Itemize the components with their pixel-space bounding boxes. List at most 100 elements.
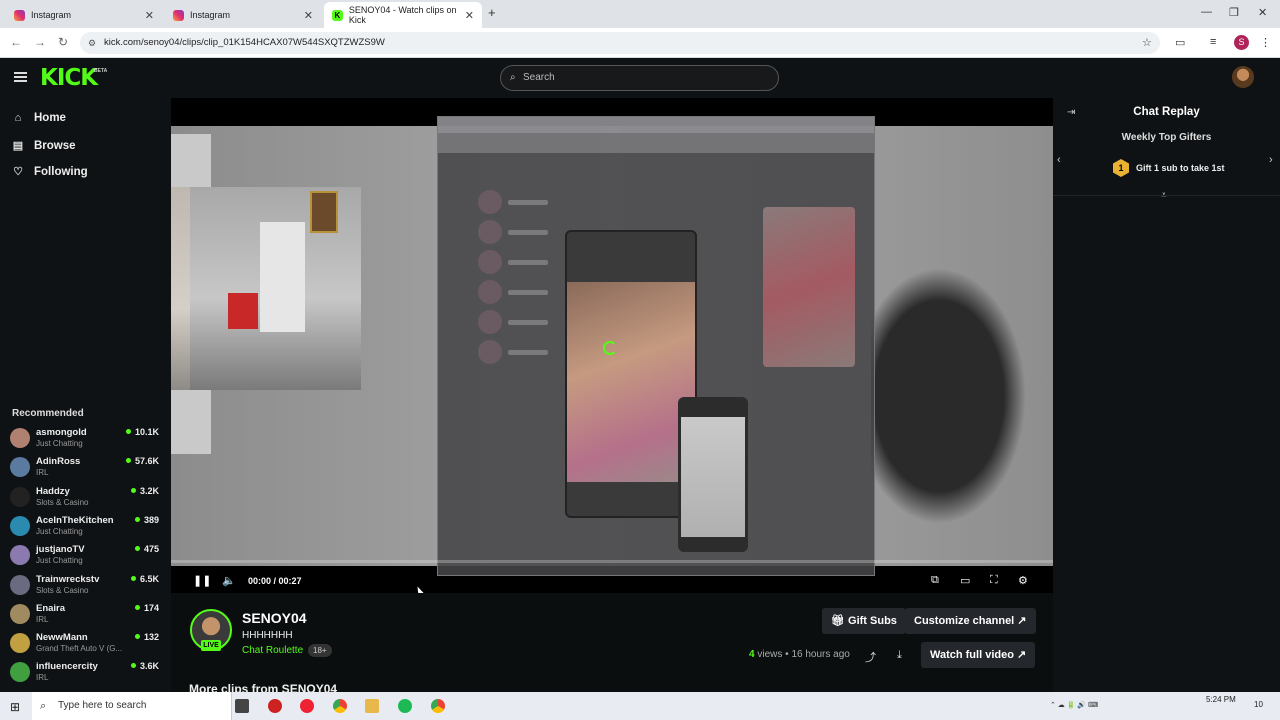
browser-toolbar: ← → ↻ ⚙ kick.com/senoy04/clips/clip_01K1… xyxy=(0,28,1280,58)
chevron-right-icon[interactable]: › xyxy=(1269,154,1273,166)
browser-tab-kick[interactable]: K SENOY04 - Watch clips on Kick ✕ xyxy=(324,2,482,28)
pause-icon[interactable]: ❚❚ xyxy=(193,574,211,587)
gift-leaderboard-row[interactable]: 1 Gift 1 sub to take 1st xyxy=(1113,159,1225,177)
app-icon-red[interactable] xyxy=(268,699,282,713)
channel-avatar xyxy=(10,486,30,507)
customize-channel-button[interactable]: Customize channel ↗ xyxy=(905,608,1036,634)
gift-subs-button[interactable]: 🎁︎ Gift Subs xyxy=(822,608,906,634)
views-number: 4 xyxy=(749,649,755,660)
spotify-icon[interactable] xyxy=(398,699,412,713)
clip-title: HHHHHHH xyxy=(242,630,293,641)
recommended-channel[interactable]: Haddzy Slots & Casino 3.2K xyxy=(10,484,165,512)
browser-tab-instagram-1[interactable]: Instagram ✕ xyxy=(6,2,162,28)
reload-icon[interactable]: ↻ xyxy=(58,35,68,49)
address-bar[interactable]: ⚙ kick.com/senoy04/clips/clip_01K154HCAX… xyxy=(80,32,1160,54)
search-icon: ⌕ xyxy=(510,72,516,83)
video-player[interactable]: ❚❚ 🔈 00:00 / 00:27 ⧉ ▭ ⛶ ⚙ xyxy=(171,98,1053,593)
gift-icon: 🎁︎ xyxy=(831,615,849,627)
sidebar-item-following[interactable]: ♡ Following xyxy=(12,165,88,179)
live-badge: LIVE xyxy=(201,640,221,651)
video-person xyxy=(871,246,1041,546)
recommended-channel[interactable]: asmongold Just Chatting 10.1K xyxy=(10,425,165,453)
kick-logo[interactable]: KICK xyxy=(40,65,98,91)
taskbar-search-placeholder: Type here to search xyxy=(58,700,147,711)
chevron-left-icon[interactable]: ‹ xyxy=(1057,154,1061,166)
close-tab-icon[interactable]: ✕ xyxy=(465,9,474,22)
recommended-channel[interactable]: NewwMann Grand Theft Auto V (G... 132 xyxy=(10,630,165,658)
file-explorer-icon[interactable] xyxy=(365,699,379,713)
settings-icon[interactable]: ⚙ xyxy=(1018,574,1028,587)
viewer-count: 174 xyxy=(135,603,159,613)
recommended-channel[interactable]: influencercity IRL 3.6K xyxy=(10,659,165,687)
close-tab-icon[interactable]: ✕ xyxy=(145,9,154,22)
viewer-count: 132 xyxy=(135,632,159,642)
recommended-channel[interactable]: AceInTheKitchen Just Chatting 389 xyxy=(10,513,165,541)
recommended-channel[interactable]: justjanoTV Just Chatting 475 xyxy=(10,542,165,570)
user-avatar[interactable] xyxy=(1232,66,1254,88)
beta-label: BETA xyxy=(94,68,108,74)
recommended-channel[interactable]: AdinRoss IRL 57.6K xyxy=(10,454,165,482)
tab-label: SENOY04 - Watch clips on Kick xyxy=(348,5,457,25)
cast-icon[interactable]: ▭ xyxy=(1175,36,1185,49)
channel-name: AdinRoss xyxy=(36,456,81,468)
button-label: Gift Subs xyxy=(848,615,897,627)
system-tray[interactable]: ⌃ ☁ 🔋 🔊 ⌨ xyxy=(1050,701,1098,709)
category-link[interactable]: Chat Roulette xyxy=(242,645,303,656)
new-tab-icon[interactable]: + xyxy=(488,5,496,20)
recommended-heading: Recommended xyxy=(12,408,84,419)
playback-time: 00:00 / 00:27 xyxy=(248,575,302,586)
instagram-icon xyxy=(14,9,25,21)
download-icon[interactable]: ⤓ xyxy=(897,649,902,662)
external-link-icon: ↗ xyxy=(1014,615,1027,627)
site-info-icon[interactable]: ⚙ xyxy=(88,32,96,54)
channel-category: Just Chatting xyxy=(36,526,83,536)
picture-in-picture-icon[interactable]: ⧉ xyxy=(931,574,939,587)
channel-name[interactable]: SENOY04 xyxy=(242,610,307,626)
bookmark-star-icon[interactable]: ☆ xyxy=(1142,36,1152,49)
sidebar-item-label: Following xyxy=(34,165,88,178)
fullscreen-icon[interactable]: ⛶ xyxy=(990,574,998,587)
notification-count[interactable]: 10 xyxy=(1254,700,1268,714)
sidebar-item-browse[interactable]: ▤ Browse xyxy=(12,139,76,153)
close-window-icon[interactable]: ✕ xyxy=(1258,6,1267,19)
share-icon[interactable]: ⤴ xyxy=(865,649,876,665)
close-tab-icon[interactable]: ✕ xyxy=(304,9,313,22)
progress-bar[interactable] xyxy=(171,560,1053,563)
media-controls-icon[interactable]: ≡ xyxy=(1210,36,1216,48)
recommended-channel[interactable]: Enaira IRL 174 xyxy=(10,601,165,629)
capture-dm-row xyxy=(478,337,558,367)
profile-avatar[interactable]: S xyxy=(1234,35,1249,50)
restore-icon[interactable]: ❐ xyxy=(1229,6,1239,19)
minimize-icon[interactable]: — xyxy=(1201,6,1212,18)
recommended-channel[interactable]: Trainwreckstv Slots & Casino 6.5K xyxy=(10,572,165,600)
channel-category: Grand Theft Auto V (G... xyxy=(36,644,123,654)
sidebar-item-label: Browse xyxy=(34,139,76,152)
windows-start-icon[interactable]: ⊞ xyxy=(10,700,20,714)
views-label: views xyxy=(757,649,783,660)
viewer-count: 3.2K xyxy=(131,486,159,496)
back-icon[interactable]: ← xyxy=(10,35,22,49)
instagram-icon xyxy=(173,9,184,21)
channel-category: IRL xyxy=(36,673,49,683)
clock[interactable]: 5:24 PM xyxy=(1206,695,1236,704)
watch-full-video-button[interactable]: Watch full video ↗ xyxy=(921,642,1036,668)
channel-name: AceInTheKitchen xyxy=(36,514,114,526)
chrome-active-icon[interactable] xyxy=(431,699,445,713)
more-menu-icon[interactable]: ⋮ xyxy=(1260,36,1271,49)
browser-tab-instagram-2[interactable]: Instagram ✕ xyxy=(165,2,321,28)
forward-icon[interactable]: → xyxy=(34,35,46,49)
taskbar-search-input[interactable]: ⌕ Type here to search xyxy=(32,692,232,720)
theater-mode-icon[interactable]: ▭ xyxy=(960,574,970,587)
volume-icon[interactable]: 🔈 xyxy=(222,574,236,587)
search-input[interactable]: ⌕ Search xyxy=(500,65,779,91)
sidebar-item-home[interactable]: ⌂ Home xyxy=(12,112,66,124)
loading-spinner-icon xyxy=(603,341,617,355)
hamburger-menu-icon[interactable] xyxy=(14,72,27,82)
chrome-icon[interactable] xyxy=(333,699,347,713)
app-icon-target[interactable] xyxy=(300,699,314,713)
room-door xyxy=(260,222,305,332)
task-view-icon[interactable] xyxy=(235,699,249,713)
capture-dm-row xyxy=(478,187,558,217)
chat-title: Chat Replay xyxy=(1133,106,1200,118)
search-icon: ⌕ xyxy=(40,700,47,712)
